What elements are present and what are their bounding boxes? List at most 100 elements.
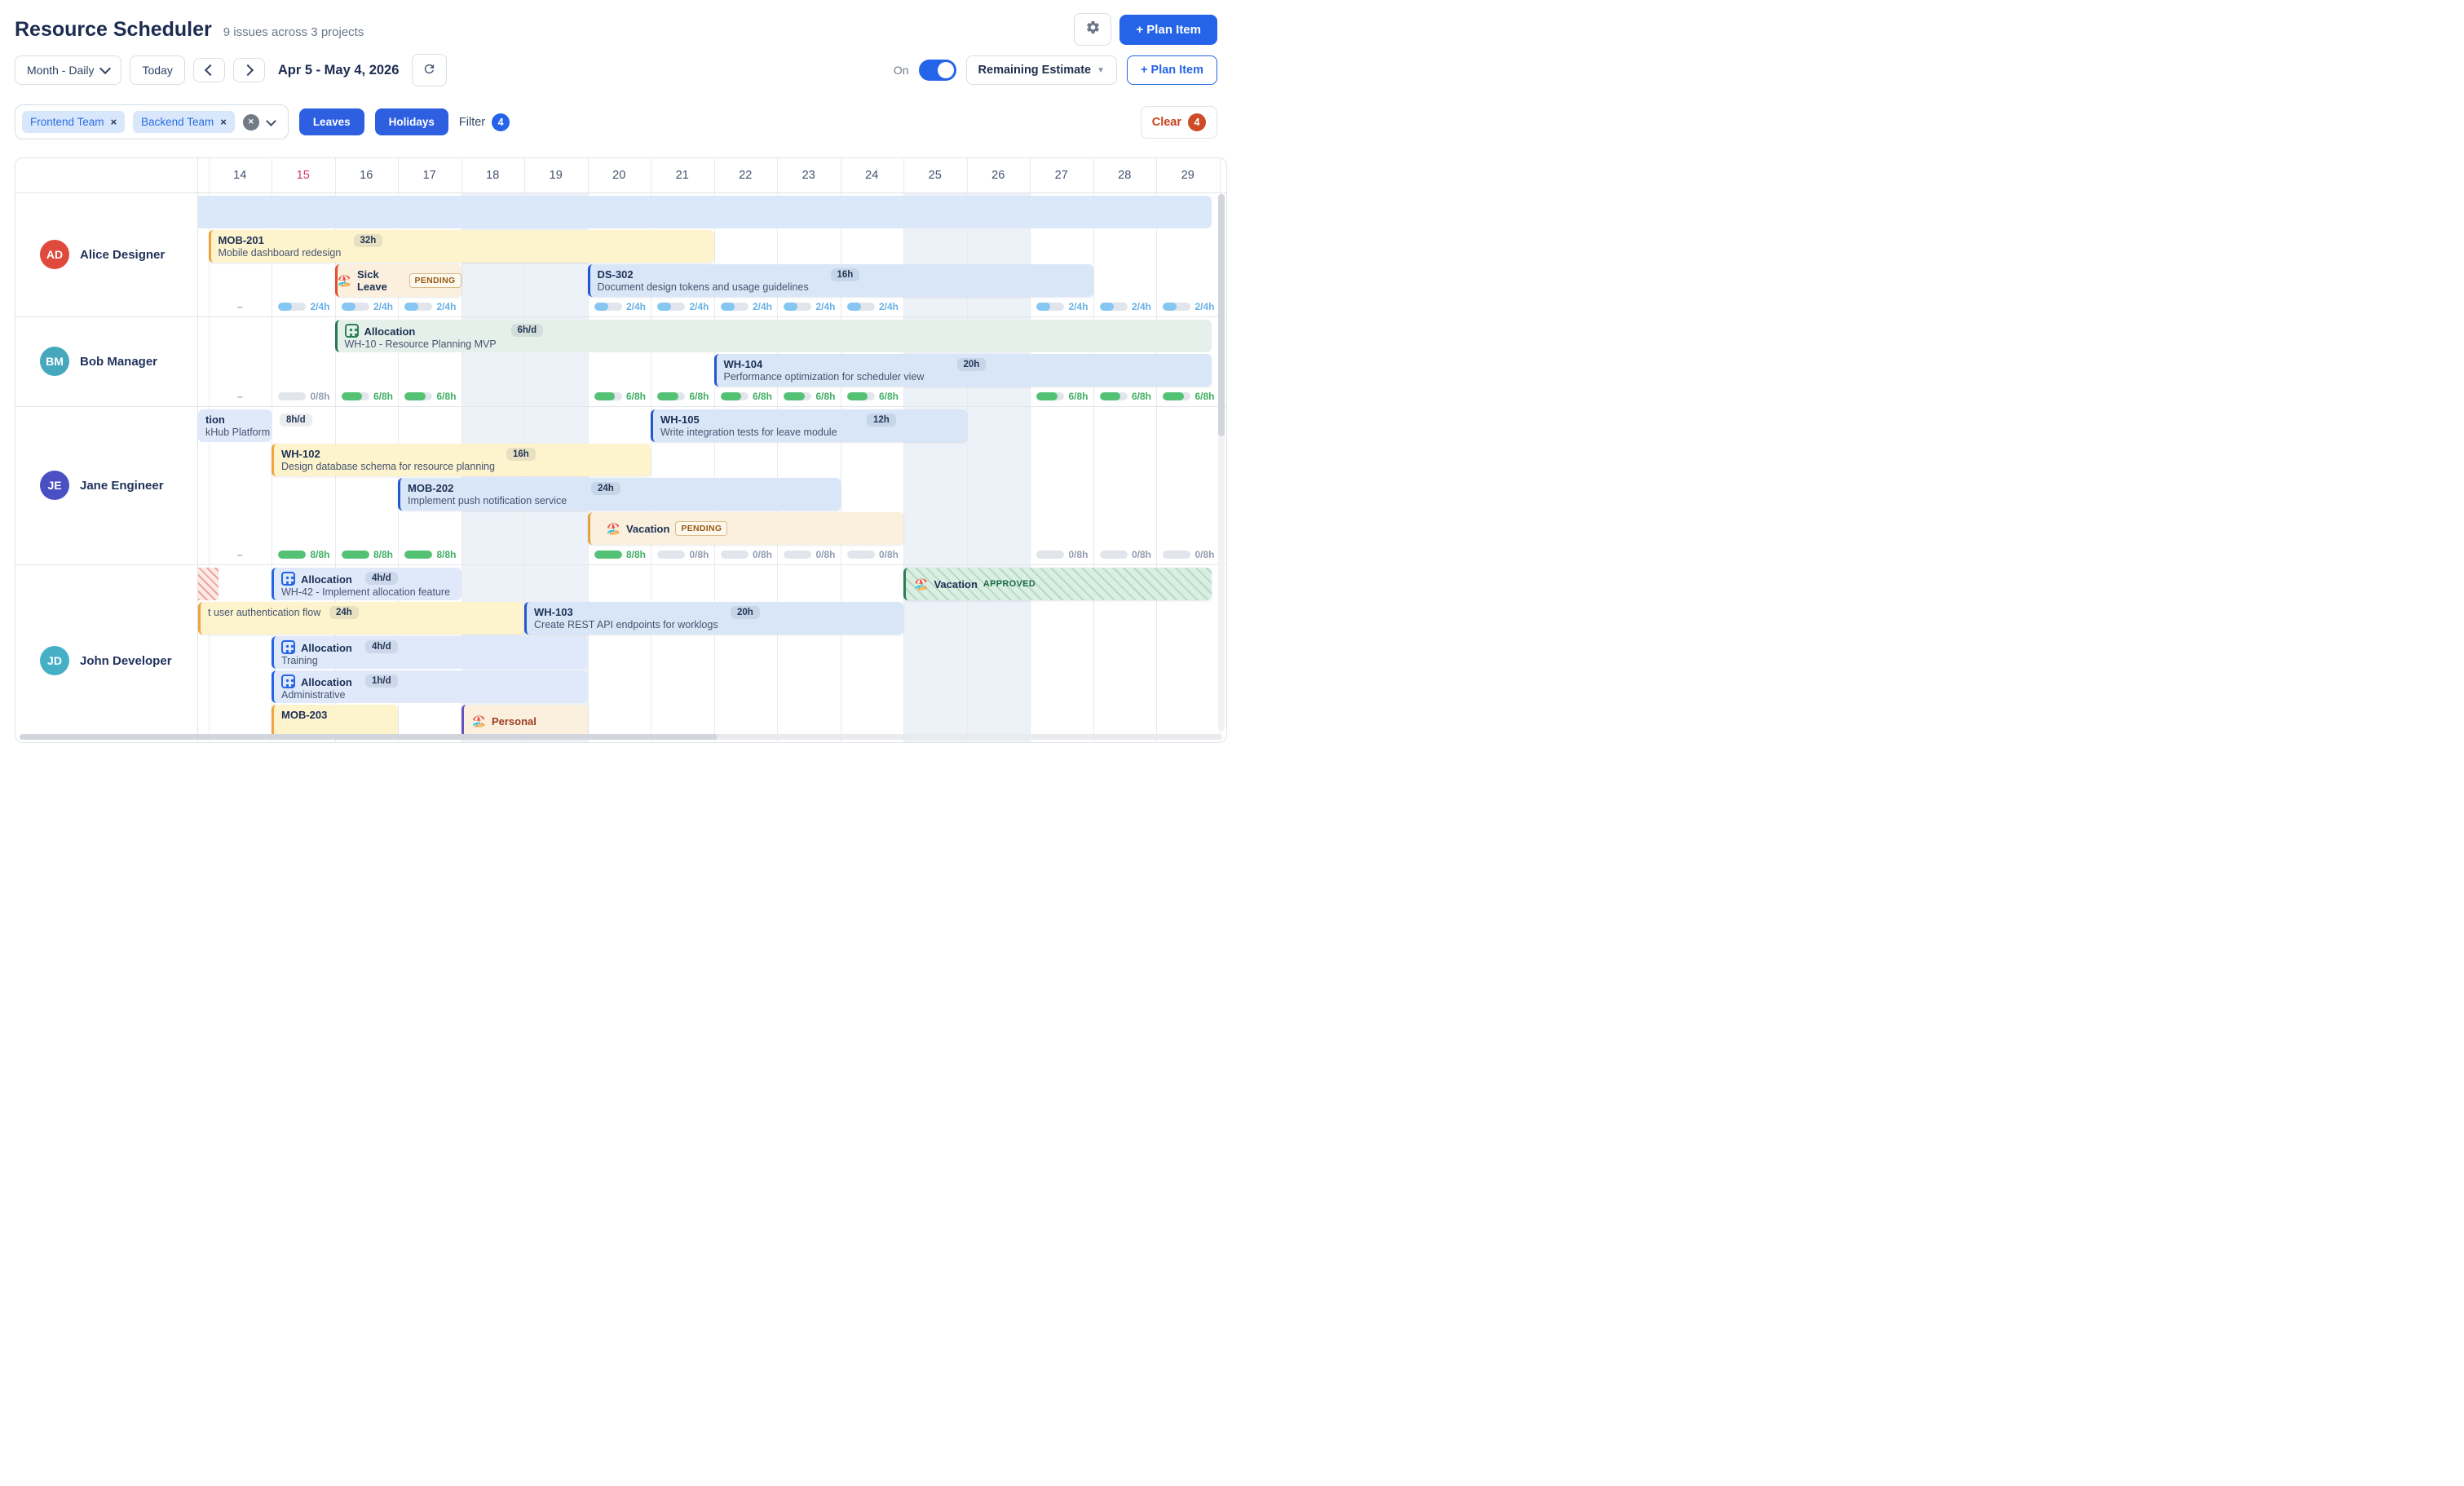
capacity-cell-day-14: – <box>209 299 272 314</box>
status-badge: PENDING <box>409 273 461 288</box>
bar-title: WH-102 <box>274 444 651 460</box>
capacity-cell-day-20: 8/8h <box>588 547 651 562</box>
filter-label: Filter <box>459 116 485 129</box>
wh-102-bar[interactable]: WH-102Design database schema for resourc… <box>272 444 651 476</box>
horizontal-scrollbar-thumb[interactable] <box>20 734 718 740</box>
capacity-pill <box>1100 551 1128 559</box>
day-header-20[interactable]: 20 <box>588 158 651 192</box>
allocation-bar[interactable]: AllocationAdministrative1h/d <box>272 670 588 703</box>
capacity-pill <box>721 551 748 559</box>
team-filter-select[interactable]: Frontend Team × Backend Team × ✕ <box>15 104 289 139</box>
capacity-label: 8/8h <box>626 549 646 560</box>
capacity-pill <box>278 303 306 311</box>
bar-subtitle: Document design tokens and usage guideli… <box>590 281 1093 293</box>
capacity-pill <box>594 551 622 559</box>
leave-red-cut-bar[interactable] <box>198 568 219 600</box>
day-gridline-26 <box>967 158 968 742</box>
allocation-bar[interactable]: AllocationTraining4h/d <box>272 636 588 669</box>
day-header-18[interactable]: 18 <box>461 158 525 192</box>
estimate-toggle[interactable] <box>919 60 956 81</box>
estimate-select[interactable]: Remaining Estimate ▼ <box>966 55 1118 85</box>
capacity-cell-day-29: 6/8h <box>1156 389 1220 404</box>
day-gridline-23 <box>777 158 778 742</box>
capacity-cell-day-20: 6/8h <box>588 389 651 404</box>
day-header-21[interactable]: 21 <box>651 158 714 192</box>
day-header-22[interactable]: 22 <box>714 158 778 192</box>
allocation-bar[interactable]: AllocationWH-10 - Resource Planning MVP6… <box>335 320 1212 352</box>
estimate-badge: 24h <box>329 606 359 619</box>
yellow-bar[interactable]: t user authentication flow24h <box>198 602 524 635</box>
horizontal-scrollbar[interactable] <box>20 734 1222 740</box>
estimate-badge: 12h <box>867 414 896 427</box>
holidays-button[interactable]: Holidays <box>375 108 448 135</box>
chevron-down-icon <box>99 63 111 74</box>
tion-bar[interactable]: tionkHub Platform8h/d <box>198 409 272 442</box>
strip-blue-bar[interactable] <box>198 196 1212 228</box>
day-header-15[interactable]: 15 <box>272 158 335 192</box>
remove-chip-icon[interactable]: × <box>220 116 227 128</box>
leaves-button[interactable]: Leaves <box>299 108 364 135</box>
leave-content: 🏖️VacationAPPROVED <box>906 568 1212 600</box>
filter-chip-frontend[interactable]: Frontend Team × <box>22 111 125 133</box>
clear-filters-button[interactable]: Clear 4 <box>1141 106 1217 139</box>
chevron-down-icon[interactable] <box>266 116 276 126</box>
vacation-bar[interactable]: 🏖️VacationPENDING <box>588 512 904 545</box>
day-header-14[interactable]: 14 <box>209 158 272 192</box>
plan-item-button-toolbar[interactable]: + Plan Item <box>1127 55 1217 85</box>
capacity-label: 6/8h <box>1194 391 1214 402</box>
personal-bar[interactable]: 🏖️Personal <box>461 705 588 737</box>
capacity-pill <box>1226 392 1227 400</box>
capacity-label: 0/8h <box>689 549 709 560</box>
mob-203-bar[interactable]: MOB-203 <box>272 705 398 737</box>
day-header-28[interactable]: 28 <box>1093 158 1157 192</box>
prev-period-button[interactable] <box>193 58 225 82</box>
day-header-26[interactable]: 26 <box>967 158 1031 192</box>
capacity-pill <box>721 303 748 311</box>
chip-label: Frontend Team <box>30 116 104 128</box>
filter-chip-backend[interactable]: Backend Team × <box>133 111 235 133</box>
ds-302-bar[interactable]: DS-302Document design tokens and usage g… <box>588 264 1093 297</box>
clear-all-chips-icon[interactable]: ✕ <box>243 114 259 130</box>
day-header-17[interactable]: 17 <box>398 158 461 192</box>
wh-104-bar[interactable]: WH-104Performance optimization for sched… <box>714 354 1212 387</box>
chip-label: Backend Team <box>141 116 214 128</box>
page-title: Resource Scheduler <box>15 18 212 42</box>
leave-content: 🏖️VacationPENDING <box>590 512 904 545</box>
vertical-scrollbar[interactable] <box>1218 194 1225 732</box>
vacation-bar[interactable]: 🏖️VacationAPPROVED <box>903 568 1212 600</box>
day-header-16[interactable]: 16 <box>335 158 399 192</box>
remove-chip-icon[interactable]: × <box>111 116 117 128</box>
allocation-bar[interactable]: AllocationWH-42 - Implement allocation f… <box>272 568 461 600</box>
refresh-button[interactable] <box>412 54 447 86</box>
settings-button[interactable] <box>1074 13 1111 46</box>
capacity-pill <box>1226 303 1227 311</box>
wh-105-bar[interactable]: WH-105Write integration tests for leave … <box>651 409 967 442</box>
capacity-pill <box>1100 303 1128 311</box>
plan-item-button-top[interactable]: + Plan Item <box>1119 15 1217 45</box>
scheduler-grid: 14151617181920212223242526272829ADAlice … <box>15 157 1227 743</box>
capacity-label: 0/8h <box>1194 549 1214 560</box>
mob-202-bar[interactable]: MOB-202Implement push notification servi… <box>398 478 841 511</box>
mob-201-bar[interactable]: MOB-201Mobile dashboard redesign32h <box>209 230 714 263</box>
day-header-24[interactable]: 24 <box>841 158 904 192</box>
capacity-pill <box>404 551 432 559</box>
day-header-25[interactable]: 25 <box>903 158 967 192</box>
sick-leave-bar[interactable]: 🏖️Sick LeavePENDING <box>335 264 461 297</box>
bar-subtitle: Training <box>274 654 588 666</box>
capacity-pill <box>657 392 685 400</box>
estimate-badge: 16h <box>506 448 536 461</box>
view-mode-select[interactable]: Month - Daily <box>15 55 121 85</box>
day-header-19[interactable]: 19 <box>524 158 588 192</box>
vertical-scrollbar-thumb[interactable] <box>1218 194 1225 436</box>
day-header-29[interactable]: 29 <box>1156 158 1220 192</box>
day-header-23[interactable]: 23 <box>777 158 841 192</box>
next-period-button[interactable] <box>233 58 265 82</box>
day-gridline-25 <box>903 158 904 742</box>
capacity-cell-day-29: 2/4h <box>1156 299 1220 314</box>
today-button[interactable]: Today <box>130 55 184 85</box>
wh-103-bar[interactable]: WH-103Create REST API endpoints for work… <box>524 602 903 635</box>
allocation-grid-icon <box>345 324 359 338</box>
capacity-label: 2/4h <box>815 301 835 312</box>
filter-indicator[interactable]: Filter 4 <box>459 113 510 131</box>
day-header-27[interactable]: 27 <box>1030 158 1093 192</box>
